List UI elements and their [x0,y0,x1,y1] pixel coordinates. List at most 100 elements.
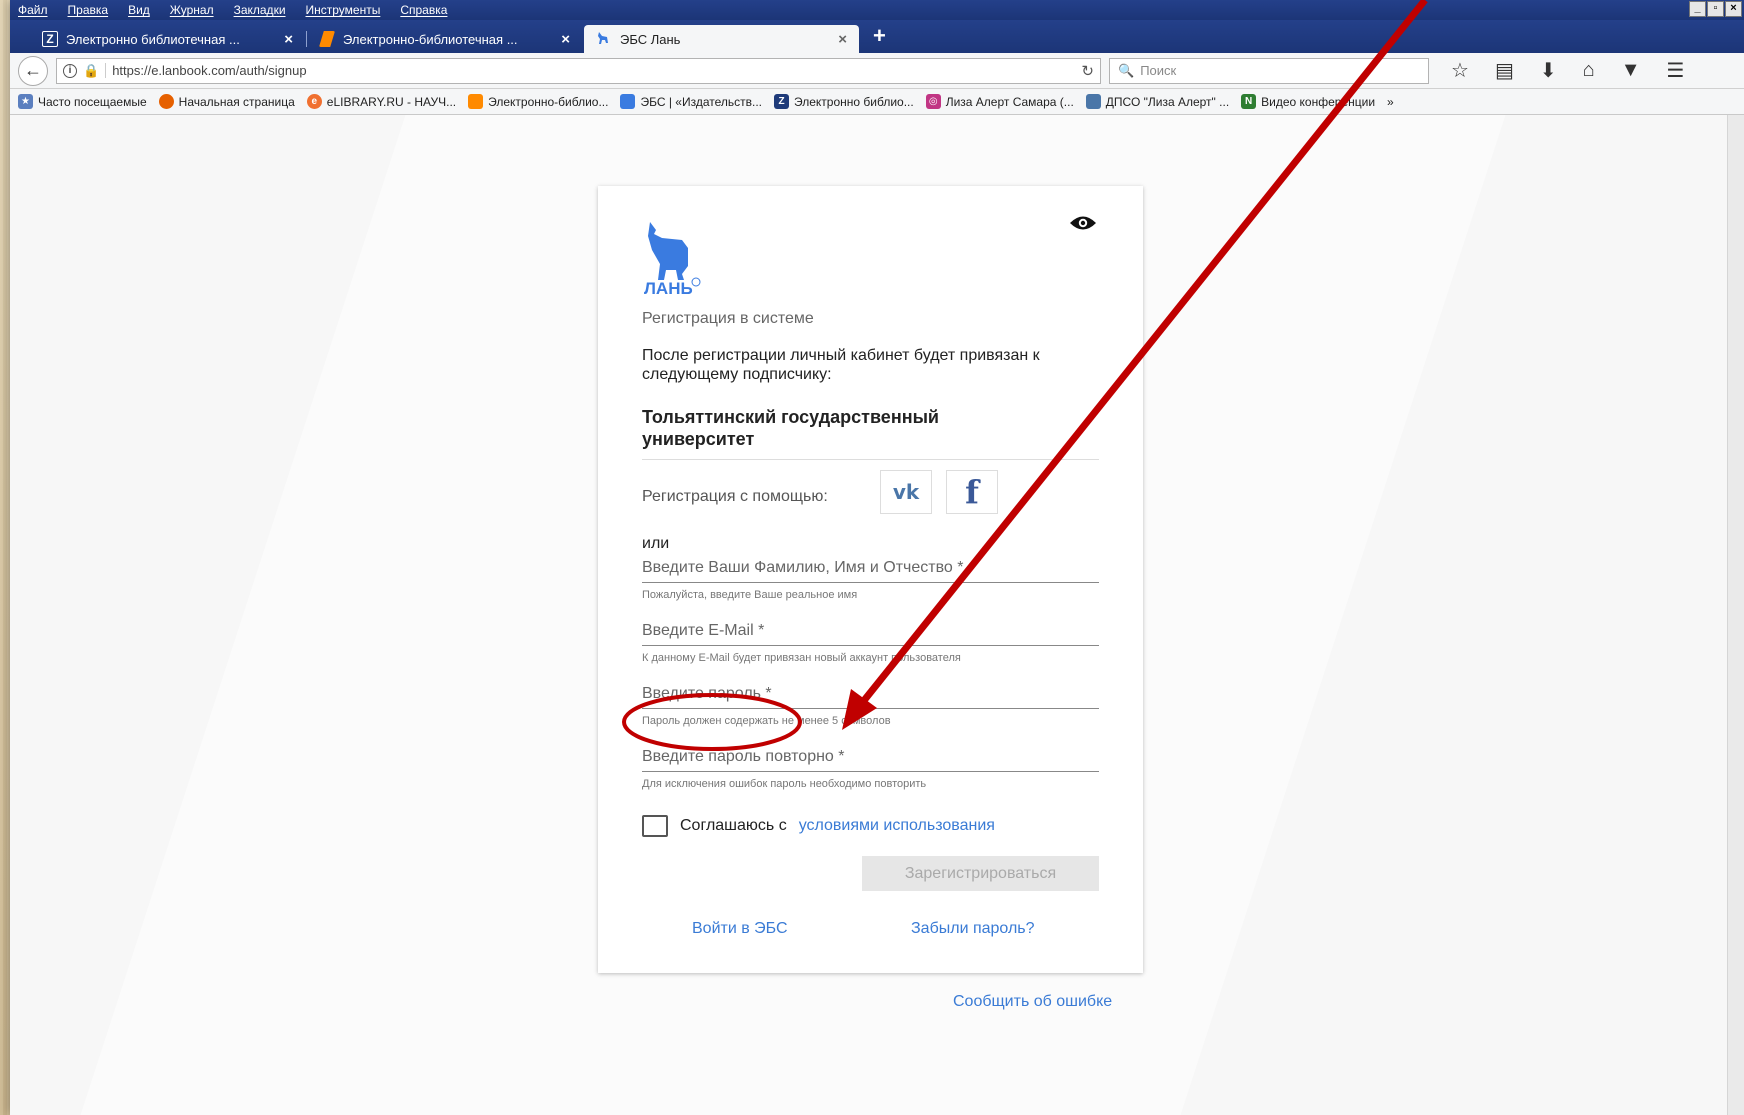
password-input[interactable]: Введите пароль * [642,679,1099,709]
fullname-hint: Пожалуйста, введите Ваше реальное имя [642,589,858,601]
email-field: Введите E-Mail * К данному E-Mail будет … [642,616,1099,664]
lan-deer-icon [620,94,636,109]
bookmark-label: Начальная страница [178,94,295,109]
bookmark-item[interactable]: ЭБС | «Издательств... [620,94,762,109]
back-button[interactable]: ← [18,55,48,86]
terms-agreement: Соглашаюсь с условиями использования [642,815,995,837]
reload-icon[interactable]: ↻ [1081,62,1094,80]
signup-card: ЛАНЬ Регистрация в системе После регистр… [598,186,1143,973]
menu-history[interactable]: Журнал [170,3,214,17]
register-button[interactable]: Зарегистрироваться [862,856,1099,891]
facebook-icon: f [965,473,979,511]
tab-bar: Z Электронно библиотечная ... × Электрон… [10,20,1744,53]
bookmark-label: eLIBRARY.RU - НАУЧ... [326,94,457,109]
terms-link[interactable]: условиями использования [799,817,995,835]
password-field: Введите пароль * Пароль должен содержать… [642,679,1099,727]
close-icon[interactable]: × [284,31,293,48]
znanium-logo-icon [319,31,335,47]
or-separator: или [642,535,670,552]
email-input[interactable]: Введите E-Mail * [642,616,1099,646]
tab-title: ЭБС Лань [620,31,681,47]
maximize-button[interactable]: ▫ [1707,1,1724,17]
forgot-password-link[interactable]: Забыли пароль? [911,920,1035,938]
lan-logo: ЛАНЬ [642,218,706,298]
star-icon: ★ [18,94,33,109]
navigation-bar: ← i 🔒 https://e.lanbook.com/auth/signup … [10,53,1744,89]
password-repeat-input[interactable]: Введите пароль повторно * [642,742,1099,772]
bookmark-item[interactable]: Z Электронно библио... [774,94,914,109]
menu-bookmarks[interactable]: Закладки [234,3,286,17]
agree-text: Соглашаюсь с [680,817,787,834]
window-controls: _ ▫ × [1689,1,1742,17]
bookmark-item[interactable]: Начальная страница [158,94,295,109]
social-signup-label: Регистрация с помощью: [642,488,828,505]
login-link[interactable]: Войти в ЭБС [692,920,788,938]
hamburger-menu-icon[interactable]: ☰ [1667,58,1685,83]
bookmark-item[interactable]: ★ Часто посещаемые [18,94,147,109]
bookmark-item[interactable]: ДПСО "Лиза Алерт" ... [1085,94,1229,109]
menu-tools[interactable]: Инструменты [306,3,381,17]
tab-title: Электронно библиотечная ... [66,31,240,47]
minimize-button[interactable]: _ [1689,1,1706,17]
bookmark-item[interactable]: Электронно-библио... [468,94,608,109]
download-icon[interactable]: ⬇ [1540,58,1557,83]
close-icon[interactable]: × [838,31,847,48]
menu-help[interactable]: Справка [400,3,447,17]
terms-checkbox[interactable] [642,815,668,837]
vk-icon [1085,94,1101,109]
arrow-left-icon: ← [24,60,42,80]
fullname-input[interactable]: Введите Ваши Фамилию, Имя и Отчество * [642,553,1099,583]
vk-signup-button[interactable]: vk [880,470,932,514]
star-icon[interactable]: ☆ [1451,58,1469,83]
search-input[interactable]: 🔍 Поиск [1109,57,1429,84]
n-icon: N [1241,94,1257,109]
tab-3-active[interactable]: ЭБС Лань × [584,25,859,53]
bookmark-item[interactable]: e eLIBRARY.RU - НАУЧ... [306,94,457,109]
password-repeat-field: Введите пароль повторно * Для исключения… [642,742,1099,790]
facebook-signup-button[interactable]: f [946,470,998,514]
z-logo-icon: Z [42,31,58,47]
close-icon[interactable]: × [561,31,570,48]
form-subtitle: Регистрация в системе [642,310,814,327]
report-error-link[interactable]: Сообщить об ошибке [953,993,1112,1011]
bookmark-label: Электронно библио... [794,94,914,109]
search-placeholder: Поиск [1140,63,1177,78]
vertical-scrollbar[interactable] [1727,115,1744,1115]
subscriber-info: После регистрации личный кабинет будет п… [642,347,1040,383]
fullname-field: Введите Ваши Фамилию, Имя и Отчество * П… [642,553,1099,601]
password-hint: Пароль должен содержать не менее 5 симво… [642,715,891,727]
info-icon[interactable]: i [63,63,77,78]
url-text[interactable]: https://e.lanbook.com/auth/signup [105,63,1075,78]
close-window-button[interactable]: × [1725,1,1742,17]
bookmarks-overflow-button[interactable]: » [1387,95,1394,109]
menu-edit[interactable]: Правка [68,3,109,17]
home-icon[interactable]: ⌂ [1583,59,1595,82]
address-bar[interactable]: i 🔒 https://e.lanbook.com/auth/signup ↻ [56,57,1101,84]
svg-text:ЛАНЬ: ЛАНЬ [644,279,693,298]
bookmark-item[interactable]: N Видео конференции [1241,94,1375,109]
bookmark-item[interactable]: ◎ Лиза Алерт Самара (... [925,94,1074,109]
menu-bar: Файл Правка Вид Журнал Закладки Инструме… [10,0,1744,20]
new-tab-button[interactable]: + [873,23,886,49]
znanium-logo-icon [468,94,484,109]
tab-title: Электронно-библиотечная ... [343,31,518,47]
menu-file[interactable]: Файл [18,3,48,17]
divider [642,459,1099,460]
z-logo-icon: Z [774,94,790,109]
instagram-icon: ◎ [925,94,941,109]
elibrary-icon: e [306,94,322,109]
pocket-icon[interactable]: ▼ [1621,59,1641,82]
bookmark-label: Видео конференции [1261,94,1376,109]
tab-2[interactable]: Электронно-библиотечная ... × [307,25,582,53]
lan-deer-icon [596,31,612,47]
eye-icon[interactable] [1069,214,1097,237]
page-content: ЛАНЬ Регистрация в системе После регистр… [10,115,1744,1115]
tab-1[interactable]: Z Электронно библиотечная ... × [30,25,307,53]
browser-window: Файл Правка Вид Журнал Закладки Инструме… [10,0,1744,1115]
bookmark-label: Электронно-библио... [488,94,609,109]
bookmark-label: Лиза Алерт Самара (... [945,94,1074,109]
menu-view[interactable]: Вид [128,3,150,17]
firefox-icon [158,94,174,109]
reading-list-icon[interactable]: ▤ [1495,58,1514,83]
bookmark-label: ЭБС | «Издательств... [640,94,763,109]
